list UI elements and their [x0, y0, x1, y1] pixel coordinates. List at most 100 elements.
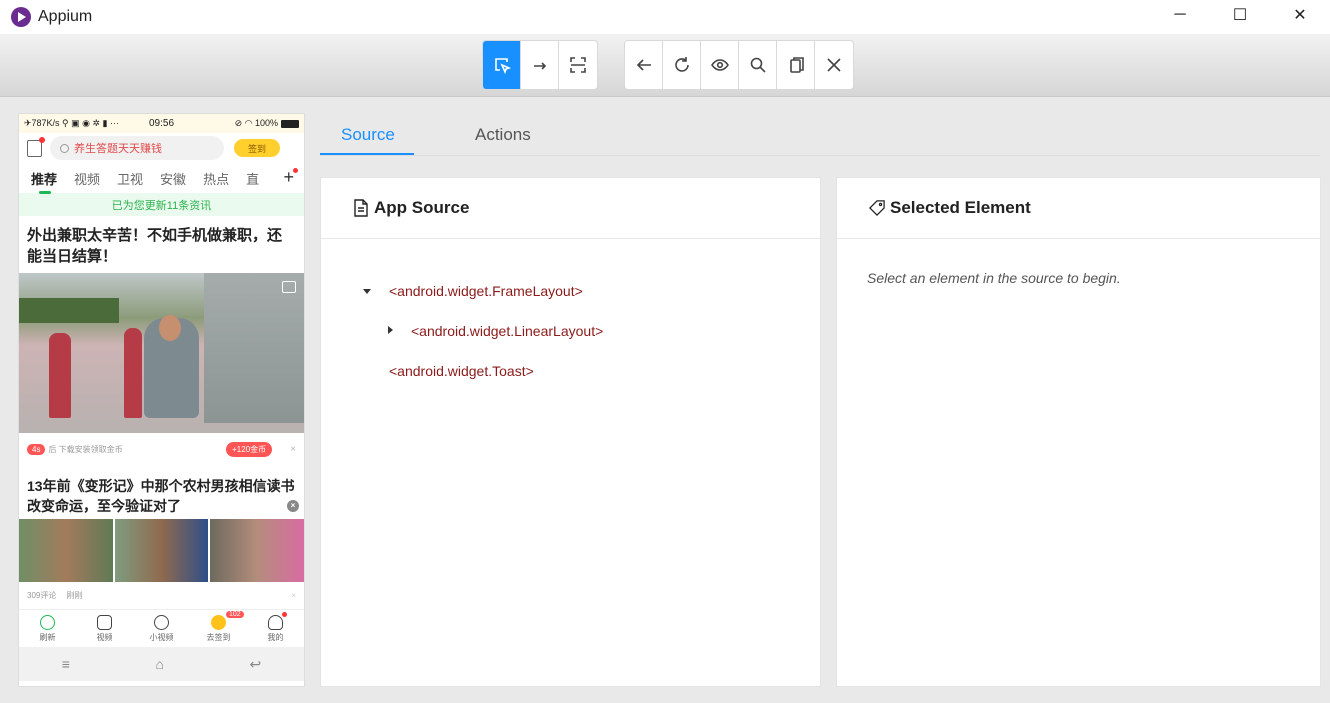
tap-by-coordinates-icon [570, 57, 586, 73]
active-tab-indicator [320, 153, 414, 155]
nav-refresh[interactable]: 刷新 [19, 610, 76, 647]
inspector-tabs: Source Actions [320, 115, 1320, 156]
article-photo[interactable] [19, 273, 304, 433]
phone-search-input[interactable]: 养生答题天天赚钱 [50, 136, 224, 160]
article-thumbnails[interactable] [19, 519, 304, 582]
tap-coordinates-button[interactable] [559, 41, 597, 89]
back-button[interactable] [625, 41, 663, 89]
app-source-header: App Source [321, 178, 820, 239]
channel-tab-tv[interactable]: 卫视 [117, 169, 143, 188]
appium-logo-icon [11, 7, 31, 27]
tree-node-toast[interactable]: <android.widget.Toast> [389, 363, 534, 379]
tab-actions[interactable]: Actions [475, 125, 531, 145]
notification-dot [282, 612, 287, 617]
title-bar: Appium ─ ☐ ✕ [0, 0, 1330, 34]
nav-sign-in[interactable]: 102 去签到 [190, 610, 247, 647]
channel-tab-anhui[interactable]: 安徽 [160, 169, 186, 188]
coin-reward-badge[interactable]: +120金币 [226, 441, 273, 457]
dismiss-icon[interactable]: × [291, 591, 296, 600]
home-icon[interactable]: ⌂ [155, 656, 163, 672]
menu-icon[interactable]: ≡ [62, 656, 70, 672]
refresh-button[interactable] [663, 41, 701, 89]
ad-info-row: 4s 后 下载安装领取金币 +120金币 × [19, 433, 304, 465]
nav-profile[interactable]: 我的 [247, 610, 304, 647]
swipe-icon [533, 62, 546, 70]
swipe-button[interactable] [521, 41, 559, 89]
coin-icon [211, 614, 226, 630]
sign-in-button[interactable]: 签到 [234, 139, 280, 157]
channel-tab-hot[interactable]: 热点 [203, 169, 229, 188]
app-source-title: App Source [374, 198, 470, 217]
comment-count: 309评论 [27, 591, 57, 600]
select-elements-button[interactable] [483, 41, 521, 89]
search-placeholder: 养生答题天天赚钱 [74, 143, 162, 155]
channel-tab-recommend[interactable]: 推荐 [31, 169, 57, 194]
caret-right-icon[interactable] [388, 326, 393, 334]
channel-tab-video[interactable]: 视频 [74, 169, 100, 188]
photo-hydrant [49, 333, 71, 418]
nav-label: 视频 [96, 632, 113, 642]
add-channel-icon[interactable]: + [283, 167, 298, 188]
selected-element-header: Selected Element [837, 178, 1320, 239]
window-controls: ─ ☐ ✕ [1150, 0, 1330, 30]
thumbnail-image [114, 519, 209, 582]
dismiss-ad-icon[interactable]: × [290, 444, 296, 455]
search-button[interactable] [739, 41, 777, 89]
maximize-button[interactable]: ☐ [1210, 0, 1270, 30]
countdown-badge: 4s [27, 443, 46, 455]
android-system-nav: ≡ ⌂ ↩ [19, 647, 304, 681]
selected-element-hint: Select an element in the source to begin… [867, 270, 1121, 286]
notification-badge: 102 [226, 611, 244, 618]
status-left: ✈787K/s ⚲ ▣ ◉ ✲ ▮ ··· [24, 118, 119, 128]
play-icon [97, 614, 112, 630]
app-source-panel: App Source <android.widget.FrameLayout> … [320, 177, 821, 687]
nav-label: 我的 [267, 632, 284, 642]
ad-text: 后 下载安装领取金币 [48, 444, 123, 454]
mute-icon[interactable] [282, 281, 296, 293]
article-time: 刚刚 [66, 591, 83, 600]
phone-channel-tabs: 推荐 视频 卫视 安徽 热点 直 + [19, 163, 304, 194]
battery-icon [281, 119, 299, 128]
eye-icon [710, 59, 729, 71]
phone-bottom-nav: 刷新 视频 小视频 102 去签到 我的 [19, 609, 304, 647]
back-icon[interactable]: ↩ [249, 656, 261, 673]
photo-hydrant [124, 328, 142, 418]
toggle-visibility-button[interactable] [701, 41, 739, 89]
refresh-icon [674, 57, 689, 72]
article-headline[interactable]: 13年前《变形记》中那个农村男孩相信读书改变命运，至今验证对了 × [19, 465, 304, 519]
quit-session-button[interactable] [815, 41, 853, 89]
nav-label: 去签到 [206, 632, 231, 642]
photo-hedge [19, 298, 119, 323]
photo-person-head [159, 315, 181, 341]
interaction-mode-group [482, 40, 598, 90]
tab-source[interactable]: Source [341, 125, 395, 145]
tree-node-linearlayout[interactable]: <android.widget.LinearLayout> [411, 323, 603, 339]
channel-tab-live[interactable]: 直 [246, 169, 259, 188]
nav-label: 小视频 [149, 632, 174, 642]
update-notice: 已为您更新11条资讯 [19, 193, 304, 216]
status-battery-text: ⊘ ◠ 100% [234, 118, 278, 128]
short-video-icon [154, 614, 169, 630]
inspector-toolbar [0, 34, 1330, 97]
copy-xml-button[interactable] [777, 41, 815, 89]
tree-node-framelayout[interactable]: <android.widget.FrameLayout> [389, 283, 583, 299]
caret-down-icon[interactable] [363, 289, 371, 294]
photo-wall [204, 273, 304, 423]
phone-status-bar: ✈787K/s ⚲ ▣ ◉ ✲ ▮ ··· 09:56 ⊘ ◠ 100% [19, 114, 304, 133]
nav-label: 刷新 [39, 632, 56, 642]
copy-icon [789, 57, 804, 73]
article-headline[interactable]: 外出兼职太辛苦！不如手机做兼职，还能当日结算！ [19, 216, 304, 273]
nav-short-video[interactable]: 小视频 [133, 610, 190, 647]
close-window-button[interactable]: ✕ [1270, 0, 1330, 30]
user-icon [268, 614, 283, 630]
close-icon [827, 58, 841, 72]
select-elements-icon [494, 58, 511, 74]
device-screenshot[interactable]: ✈787K/s ⚲ ▣ ◉ ✲ ▮ ··· 09:56 ⊘ ◠ 100% 养生答… [18, 113, 305, 687]
minimize-button[interactable]: ─ [1150, 0, 1210, 30]
session-actions-group [624, 40, 854, 90]
nav-video[interactable]: 视频 [76, 610, 133, 647]
thumbnail-image [210, 519, 304, 582]
status-time: 09:56 [149, 118, 175, 129]
dismiss-article-icon[interactable]: × [287, 500, 299, 512]
news-icon[interactable] [27, 136, 45, 157]
